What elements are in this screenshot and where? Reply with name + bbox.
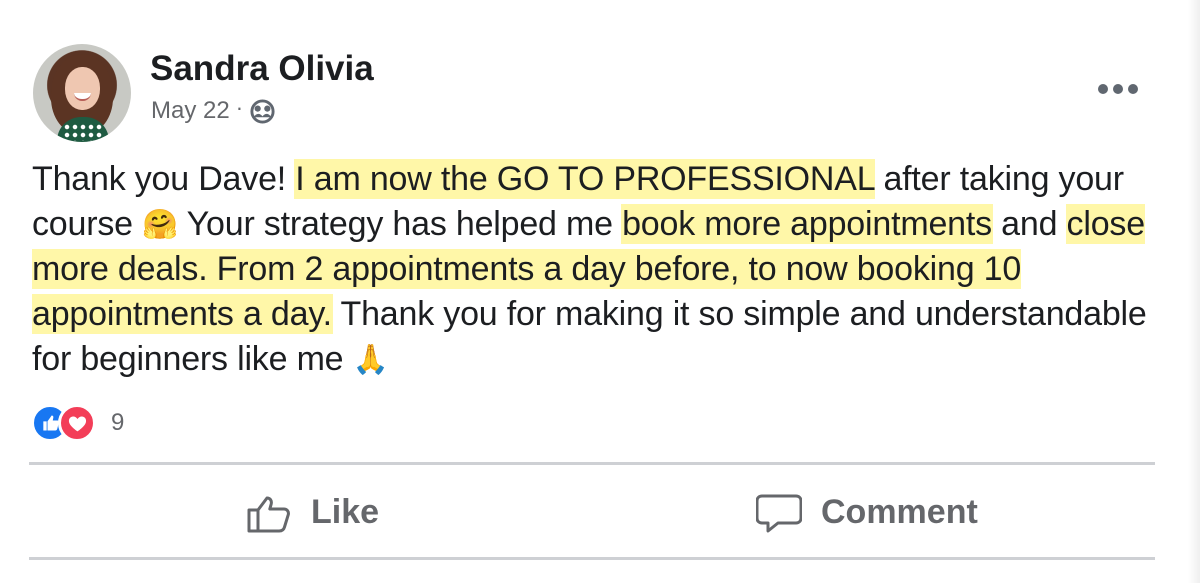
comment-label: Comment xyxy=(821,493,978,531)
folded-hands-emoji-icon: 🙏 xyxy=(352,342,389,376)
thumbs-up-icon xyxy=(247,496,290,532)
highlighted-text: I am now the GO TO PROFESSIONAL xyxy=(295,160,875,198)
facebook-post-card: Sandra Olivia May 22 · Thank you Dave! I… xyxy=(0,0,1200,583)
post-text-segment: Your strategy has helped me xyxy=(178,205,623,243)
more-dot-icon xyxy=(1113,84,1123,94)
avatar-face xyxy=(65,67,100,110)
post-text-segment: Thank you Dave! xyxy=(32,160,296,198)
avatar[interactable] xyxy=(33,44,131,142)
highlighted-text: book more appointments xyxy=(622,205,992,243)
more-dot-icon xyxy=(1098,84,1108,94)
avatar-shirt-pattern xyxy=(63,123,103,141)
comment-icon xyxy=(756,494,802,532)
bottom-divider xyxy=(29,557,1155,560)
meta-separator: · xyxy=(235,95,244,120)
author-name[interactable]: Sandra Olivia xyxy=(150,49,374,89)
love-reaction-icon xyxy=(58,404,96,442)
post-text: Thank you Dave! I am now the GO TO PROFE… xyxy=(32,157,1172,382)
more-options-button[interactable] xyxy=(1098,84,1138,98)
reaction-count: 9 xyxy=(111,409,125,436)
post-text-segment: and xyxy=(991,205,1067,243)
like-button[interactable]: Like xyxy=(246,490,379,535)
post-date[interactable]: May 22 xyxy=(151,96,230,126)
like-label: Like xyxy=(311,493,380,531)
post-meta: May 22 · xyxy=(151,95,276,126)
top-divider xyxy=(29,462,1155,465)
hugging-face-emoji-icon: 🤗 xyxy=(142,207,179,241)
card-edge-shadow xyxy=(1188,0,1200,583)
more-dot-icon xyxy=(1128,84,1138,94)
reaction-summary[interactable]: 9 xyxy=(31,404,124,442)
comment-button[interactable]: Comment xyxy=(756,490,978,535)
friends-icon[interactable] xyxy=(249,98,276,125)
